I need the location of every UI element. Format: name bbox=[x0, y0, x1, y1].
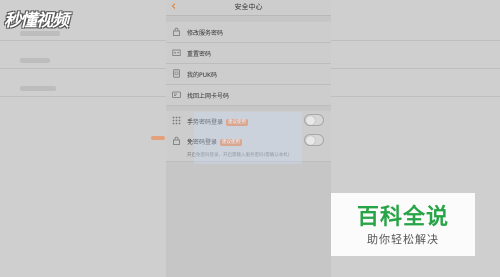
puk-icon bbox=[172, 69, 181, 78]
brand-subtitle: 助你轻松解决 bbox=[367, 233, 439, 246]
menu-item-label: 重置密码 bbox=[187, 51, 212, 58]
background-divider bbox=[331, 40, 500, 41]
menu-item-label: 修改服务密码 bbox=[187, 30, 224, 37]
menu-item-label: 我的PUK码 bbox=[187, 72, 217, 79]
menu-item-label: 找回上网卡号码 bbox=[187, 93, 230, 100]
lock-icon bbox=[172, 136, 181, 145]
menu-item-reset-password[interactable]: 重置密码 bbox=[166, 43, 331, 64]
background-divider bbox=[331, 68, 500, 69]
nav-bar: ‹ 安全中心 bbox=[166, 0, 331, 16]
lock-icon bbox=[172, 27, 181, 36]
grid-icon bbox=[172, 116, 181, 125]
page-title: 安全中心 bbox=[234, 3, 263, 11]
menu-item-find-card-number[interactable]: 找回上网卡号码 bbox=[166, 85, 331, 106]
background-divider bbox=[0, 40, 166, 41]
reset-icon bbox=[172, 48, 181, 57]
gesture-login-toggle[interactable] bbox=[304, 114, 324, 126]
background-left-panel bbox=[0, 0, 166, 277]
menu-item-puk-code[interactable]: 我的PUK码 bbox=[166, 64, 331, 85]
menu-item-change-password[interactable]: 修改服务密码 bbox=[166, 22, 331, 43]
background-blur-text bbox=[20, 86, 56, 91]
background-divider bbox=[0, 96, 166, 97]
brand-title: 百科全说 bbox=[356, 205, 449, 230]
background-divider bbox=[0, 68, 166, 69]
background-divider bbox=[331, 96, 500, 97]
password-free-login-toggle[interactable] bbox=[304, 134, 324, 146]
highlight-overlay bbox=[194, 112, 302, 164]
background-blur-text bbox=[20, 31, 60, 36]
card-icon bbox=[172, 90, 181, 99]
brand-watermark: 百科全说 助你轻松解决 bbox=[331, 193, 475, 256]
background-blur-text bbox=[20, 58, 50, 63]
background-blur-badge bbox=[151, 136, 165, 140]
watermark-logo: 秒懂视频 bbox=[4, 11, 69, 31]
